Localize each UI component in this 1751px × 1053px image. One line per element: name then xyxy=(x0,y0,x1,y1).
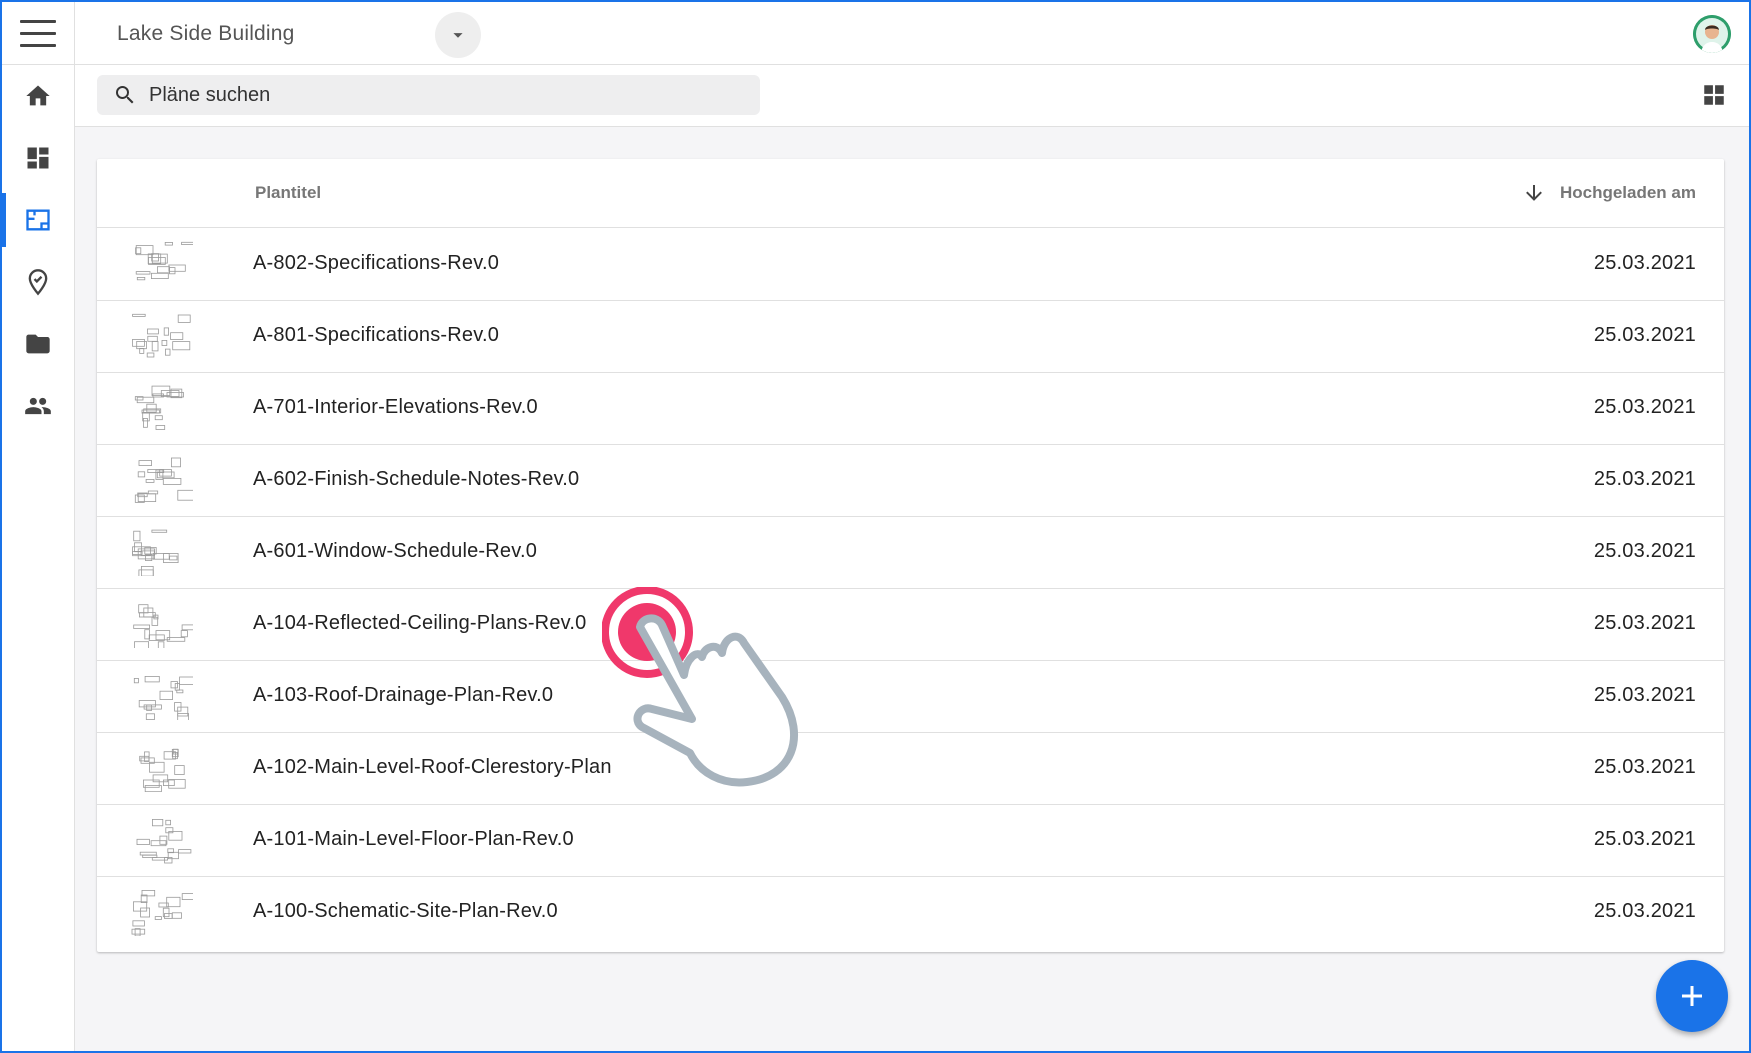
table-row[interactable]: A-802-Specifications-Rev.0 25.03.2021 xyxy=(97,228,1724,301)
add-plan-button[interactable] xyxy=(1656,960,1728,1032)
user-avatar[interactable] xyxy=(1693,15,1731,53)
project-title: Lake Side Building xyxy=(117,22,295,45)
caret-down-icon xyxy=(453,33,463,38)
plan-upload-date: 25.03.2021 xyxy=(1593,612,1696,634)
nav-documents[interactable] xyxy=(2,313,74,375)
plan-title: A-101-Main-Level-Floor-Plan-Rev.0 xyxy=(253,828,574,850)
search-icon xyxy=(116,86,134,104)
avatar-icon xyxy=(1693,15,1731,53)
column-header-uploaded[interactable]: Hochgeladen am xyxy=(1522,181,1696,205)
plan-title: A-102-Main-Level-Roof-Clerestory-Plan xyxy=(253,756,612,778)
plan-thumbnail xyxy=(135,241,193,281)
table-header: Plantitel Hochgeladen am xyxy=(97,159,1724,228)
plans-table: Plantitel Hochgeladen am A-802-Specifica… xyxy=(97,159,1724,952)
search-input[interactable] xyxy=(147,82,711,108)
nav-rail xyxy=(2,2,75,1051)
table-row[interactable]: A-102-Main-Level-Roof-Clerestory-Plan 25.… xyxy=(97,732,1724,805)
app-window: Lake Side Building Plantitel H xyxy=(0,0,1751,1053)
plan-thumbnail xyxy=(133,676,193,720)
plan-upload-date: 25.03.2021 xyxy=(1593,684,1696,706)
column-header-title[interactable]: Plantitel xyxy=(255,183,321,203)
column-header-uploaded-label: Hochgeladen am xyxy=(1559,183,1696,202)
table-row[interactable]: A-101-Main-Level-Floor-Plan-Rev.0 25.03.2… xyxy=(97,804,1724,877)
plan-upload-date: 25.03.2021 xyxy=(1593,396,1696,418)
nav-team[interactable] xyxy=(2,375,74,437)
nav-dashboard[interactable] xyxy=(2,127,74,189)
plan-title: A-602-Finish-Schedule-Notes-Rev.0 xyxy=(253,468,580,490)
plan-upload-date: 25.03.2021 xyxy=(1593,252,1696,274)
plan-upload-date: 25.03.2021 xyxy=(1593,828,1696,850)
table-row[interactable]: A-601-Window-Schedule-Rev.0 25.03.2021 xyxy=(97,516,1724,589)
plan-title: A-601-Window-Schedule-Rev.0 xyxy=(253,540,538,562)
top-bar: Lake Side Building xyxy=(75,2,1749,65)
arrow-down-icon xyxy=(1526,185,1542,201)
plan-upload-date: 25.03.2021 xyxy=(1593,900,1696,922)
plus-icon xyxy=(1682,986,1702,1006)
plan-upload-date: 25.03.2021 xyxy=(1593,324,1696,346)
table-row[interactable]: A-801-Specifications-Rev.0 25.03.2021 xyxy=(97,300,1724,373)
menu-button[interactable] xyxy=(20,20,56,50)
home-icon xyxy=(26,85,50,106)
plan-title: A-103-Roof-Drainage-Plan-Rev.0 xyxy=(253,684,554,706)
plan-title: A-701-Interior-Elevations-Rev.0 xyxy=(253,396,538,418)
plan-thumbnail xyxy=(134,457,193,503)
folder-icon xyxy=(26,334,50,354)
plan-title: A-100-Schematic-Site-Plan-Rev.0 xyxy=(253,900,558,922)
plans-icon xyxy=(26,209,50,231)
plan-upload-date: 25.03.2021 xyxy=(1593,468,1696,490)
plan-thumbnail xyxy=(136,819,192,864)
grid-view-icon[interactable] xyxy=(1701,82,1727,108)
people-icon xyxy=(25,397,51,415)
search-box xyxy=(97,75,760,115)
nav-locations[interactable] xyxy=(2,251,74,313)
plan-title: A-104-Reflected-Ceiling-Plans-Rev.0 xyxy=(253,612,587,634)
plan-upload-date: 25.03.2021 xyxy=(1593,756,1696,778)
project-dropdown-button[interactable] xyxy=(435,12,481,58)
dashboard-icon xyxy=(27,147,49,169)
plan-thumbnail xyxy=(134,385,184,430)
table-row[interactable]: A-701-Interior-Elevations-Rev.0 25.03.202… xyxy=(97,372,1724,445)
nav-plans[interactable] xyxy=(2,189,74,251)
plan-thumbnail xyxy=(132,313,191,358)
plan-thumbnail xyxy=(133,604,193,648)
plan-upload-date: 25.03.2021 xyxy=(1593,540,1696,562)
table-row[interactable]: A-104-Reflected-Ceiling-Plans-Rev.0 25.03… xyxy=(97,588,1724,661)
table-row[interactable]: A-103-Roof-Drainage-Plan-Rev.0 25.03.2021 xyxy=(97,660,1724,733)
plan-thumbnail xyxy=(132,529,179,576)
table-row[interactable]: A-100-Schematic-Site-Plan-Rev.0 25.03.202… xyxy=(97,876,1724,948)
search-bar-row xyxy=(75,65,1749,127)
location-check-icon xyxy=(28,269,48,296)
plan-thumbnail xyxy=(131,890,193,936)
nav-home[interactable] xyxy=(2,65,74,127)
plan-thumbnail xyxy=(139,748,186,792)
plan-title: A-802-Specifications-Rev.0 xyxy=(253,252,500,274)
table-row[interactable]: A-602-Finish-Schedule-Notes-Rev.0 25.03.2… xyxy=(97,444,1724,517)
plan-title: A-801-Specifications-Rev.0 xyxy=(253,324,500,346)
